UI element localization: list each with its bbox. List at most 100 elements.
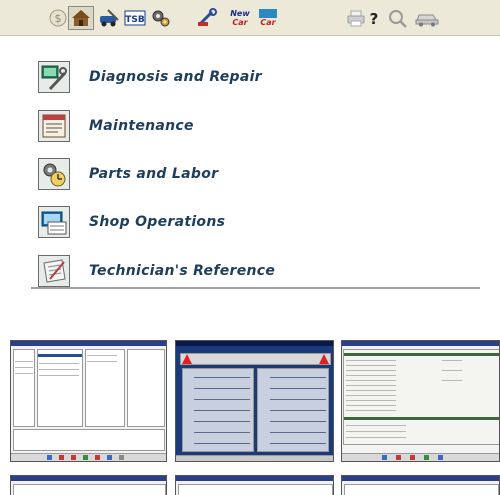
thumbnail-text-line [442,360,462,361]
svg-text:?: ? [370,10,379,28]
new-car-icon[interactable]: New Car [228,7,252,29]
thumbnail-text-line [15,373,33,374]
thumbnail-icon [59,455,64,460]
thumbnail-text-line [39,363,79,364]
thumbnail-text-line [270,410,326,411]
car-icon[interactable]: Car [256,7,280,29]
menu-item-diagnosis-repair[interactable]: Diagnosis and Repair [38,60,298,94]
thumbnail-section-header [344,353,499,356]
car-tools-icon[interactable] [98,7,120,29]
screenshot-thumbnail-parts-list[interactable] [10,340,167,462]
thumbnail-text-line [194,443,250,444]
thumbnail-title-bar [11,476,166,481]
thumbnail-section-header [344,417,499,420]
thumbnail-icon [119,455,124,460]
warning-icon [182,354,192,364]
menu-label-technicians-reference: Technician's Reference [89,263,276,279]
thumbnail-text-line [346,400,396,401]
thumbnail-pane [13,484,166,495]
thumbnail-text-line [270,432,326,433]
thumbnail-text-line [346,390,396,391]
thumbnail-toolbar [176,455,333,461]
thumbnail-icon [95,455,100,460]
menu-item-maintenance[interactable]: Maintenance [38,109,298,143]
thumbnail-title-bar [342,476,499,481]
thumbnail-text-line [346,370,396,371]
menu-item-technicians-reference[interactable]: Technician's Reference [38,254,298,288]
diagnostic-wrench-icon[interactable] [196,7,218,29]
tsb-icon[interactable]: TSB [124,7,146,29]
thumbnail-text-line [194,399,250,400]
thumbnail-selection [38,354,82,357]
menu-divider [31,287,480,289]
thumbnail-text-line [194,421,250,422]
thumbnail-text-line [346,380,396,381]
thumbnail-text-line [346,405,396,406]
thumbnail-toolbar [11,453,166,461]
thumbnail-icon [382,455,387,460]
screenshot-thumbnail-partial[interactable] [341,475,500,495]
thumbnail-pane [37,349,83,427]
svg-text:Car: Car [232,18,248,27]
thumbnail-pane [13,429,165,451]
thumbnail-pane [344,484,499,495]
thumbnail-text-line [194,432,250,433]
thumbnail-icon [71,455,76,460]
menu-label-maintenance: Maintenance [89,118,194,134]
screenshot-thumbnail-vehicle-details[interactable] [341,340,500,462]
dollar-coin-icon[interactable]: $ [47,7,69,29]
thumbnail-text-line [346,375,396,376]
menu-item-shop-operations[interactable]: Shop Operations [38,205,298,239]
parts-labor-icon [38,158,70,190]
help-icon[interactable]: ? [363,7,385,29]
thumbnail-text-line [346,410,396,411]
thumbnail-text-line [270,377,326,378]
menu-label-shop-operations: Shop Operations [89,214,226,230]
search-icon[interactable] [387,7,409,29]
thumbnail-text-line [270,443,326,444]
thumbnail-icon [396,455,401,460]
menu-item-parts-labor[interactable]: Parts and Labor [38,157,298,191]
thumbnail-text-line [87,361,117,362]
thumbnail-text-line [442,380,462,381]
thumbnail-text-line [346,437,406,438]
thumbnail-text-line [346,431,406,432]
thumbnail-text-line [39,375,79,376]
svg-text:$: $ [55,12,62,25]
maintenance-icon [38,110,70,142]
home-icon[interactable] [68,6,94,30]
warning-icon [319,354,329,364]
toolbar: $ TSB New Car Car ? [0,0,500,36]
thumbnail-icon [410,455,415,460]
thumbnail-icon [107,455,112,460]
thumbnail-pane [178,484,333,495]
screenshot-thumbnail-partial[interactable] [10,475,167,495]
thumbnail-text-line [346,425,406,426]
thumbnail-text-line [194,377,250,378]
thumbnail-header [180,353,331,365]
screenshot-thumbnail-partial[interactable] [175,475,334,495]
vehicle-icon[interactable] [414,7,440,29]
thumbnail-text-line [270,388,326,389]
svg-text:New: New [230,9,250,18]
svg-text:TSB: TSB [125,15,145,25]
thumbnail-text-line [270,399,326,400]
shop-operations-icon [38,206,70,238]
thumbnail-text-line [346,360,396,361]
menu-label-parts-labor: Parts and Labor [89,166,219,182]
thumbnail-title-bar [176,341,333,346]
thumbnail-text-line [194,410,250,411]
thumbnail-icon [424,455,429,460]
screenshot-thumbnail-shop-operations[interactable] [175,340,334,462]
diagnosis-icon [38,61,70,93]
thumbnail-text-line [346,365,396,366]
thumbnail-title-bar [11,341,166,346]
thumbnail-text-line [15,361,33,362]
gears-icon[interactable] [150,7,172,29]
thumbnail-text-line [15,367,33,368]
thumbnail-text-line [87,355,117,356]
thumbnail-text-line [442,370,462,371]
thumbnail-title-bar [342,341,499,346]
thumbnail-pane [127,349,165,427]
svg-text:Car: Car [260,18,276,27]
